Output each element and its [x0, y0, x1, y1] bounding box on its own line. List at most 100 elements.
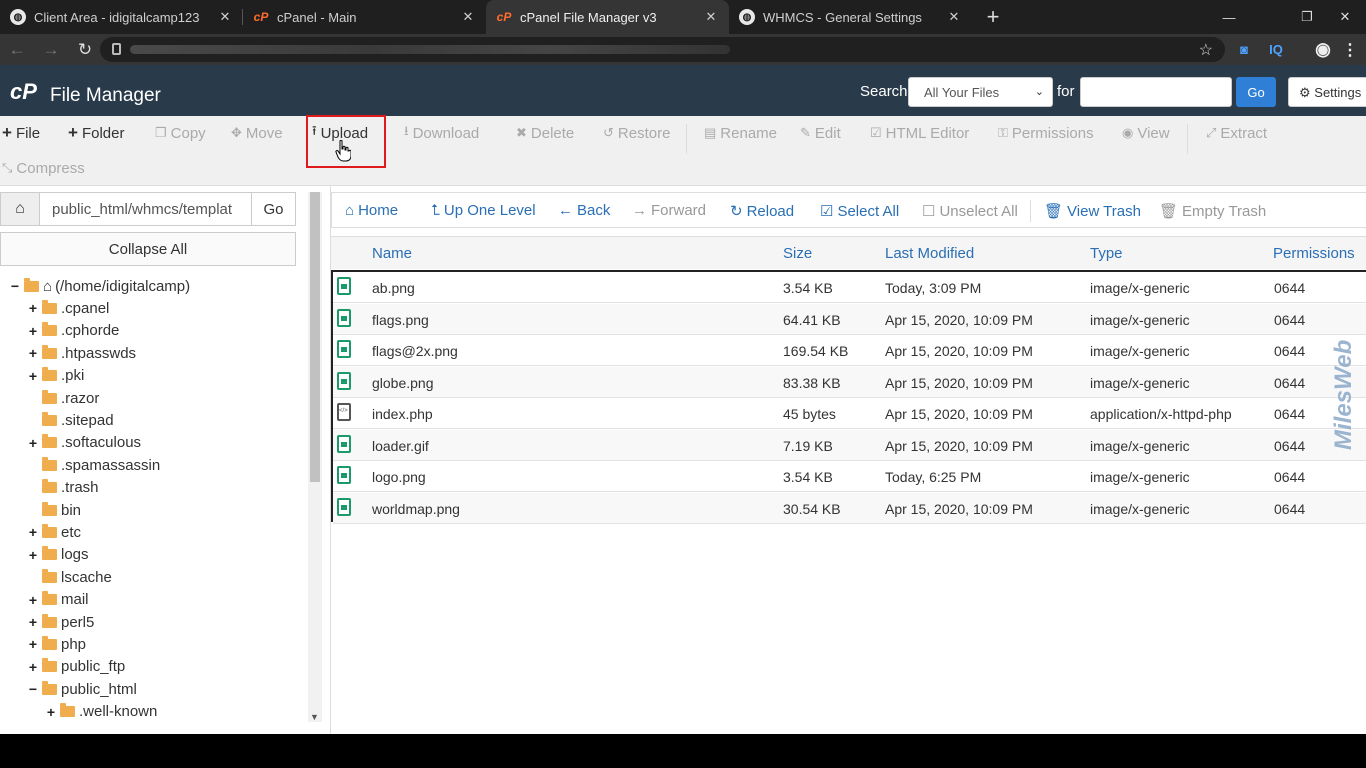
view-trash-button[interactable]: 🗑 View Trash	[1044, 202, 1141, 220]
collapse-icon[interactable]: −	[26, 681, 40, 697]
expand-icon[interactable]: +	[26, 659, 40, 675]
extension-camera-icon[interactable]: ◙	[1234, 34, 1254, 65]
expand-icon[interactable]: +	[26, 592, 40, 608]
column-permissions[interactable]: Permissions	[1273, 245, 1355, 262]
expand-icon[interactable]: +	[26, 300, 40, 316]
search-scope-select[interactable]: All Your Files ⌄	[908, 77, 1053, 107]
column-size[interactable]: Size	[783, 245, 812, 262]
bookmark-star-icon[interactable]: ☆	[1199, 40, 1213, 60]
scroll-down-icon[interactable]: ▼	[310, 712, 319, 722]
close-icon[interactable]: ✕	[946, 9, 962, 25]
tree-item[interactable]: − public_html	[26, 679, 137, 699]
move-button[interactable]: ✥ Move	[231, 122, 283, 144]
compress-button[interactable]: ⤡ Compress	[2, 157, 85, 179]
expand-icon[interactable]: +	[26, 323, 40, 339]
back-button[interactable]: ← Back	[558, 202, 610, 219]
tree-item[interactable]: .trash	[26, 478, 99, 498]
extract-button[interactable]: ⤢ Extract	[1206, 122, 1267, 144]
path-go-button[interactable]: Go	[252, 192, 296, 226]
search-input[interactable]	[1080, 77, 1232, 107]
browser-tab-cpanel-main[interactable]: cP cPanel - Main ✕	[243, 0, 486, 34]
column-name[interactable]: Name	[372, 245, 412, 262]
copy-button[interactable]: ❐ Copy	[155, 122, 206, 144]
column-last-modified[interactable]: Last Modified	[885, 245, 974, 262]
expand-icon[interactable]: +	[26, 614, 40, 630]
tree-item[interactable]: .spamassassin	[26, 455, 160, 475]
rename-button[interactable]: ▤ Rename	[704, 122, 777, 144]
tree-item[interactable]: + public_ftp	[26, 657, 125, 677]
table-row[interactable]: worldmap.png 30.54 KB Apr 15, 2020, 10:09 …	[333, 492, 1366, 524]
restore-button[interactable]: ↺ Restore	[603, 122, 670, 144]
collapse-all-button[interactable]: Collapse All	[0, 232, 296, 266]
home-button[interactable]: ⌂	[0, 192, 40, 226]
extension-iq[interactable]: IQ	[1263, 34, 1289, 65]
expand-icon[interactable]: +	[26, 368, 40, 384]
collapse-icon[interactable]: −	[8, 278, 22, 294]
reload-icon[interactable]: ↻	[68, 40, 102, 60]
table-row[interactable]: flags.png 64.41 KB Apr 15, 2020, 10:09 PM i…	[333, 303, 1366, 335]
tree-item[interactable]: + php	[26, 634, 86, 654]
expand-icon[interactable]: +	[26, 636, 40, 652]
tree-item[interactable]: lscache	[26, 567, 112, 587]
cpanel-logo[interactable]: cP	[10, 79, 37, 105]
settings-button[interactable]: ⚙ Settings	[1288, 77, 1366, 107]
tree-item[interactable]: + logs	[26, 545, 89, 565]
expand-icon[interactable]: +	[26, 435, 40, 451]
expand-icon[interactable]: +	[26, 524, 40, 540]
empty-trash-button[interactable]: 🗑 Empty Trash	[1159, 202, 1266, 220]
back-arrow-icon[interactable]: ←	[0, 40, 34, 60]
tree-item[interactable]: − ⌂ (/home/idigitalcamp)	[8, 276, 190, 296]
tree-item[interactable]: + .pki	[26, 366, 84, 386]
expand-icon[interactable]: +	[26, 547, 40, 563]
path-input[interactable]: public_html/whmcs/templat	[40, 192, 252, 226]
tree-item[interactable]: .razor	[26, 388, 99, 408]
expand-icon[interactable]: +	[26, 345, 40, 361]
browser-tab-file-manager[interactable]: cP cPanel File Manager v3 ✕	[486, 0, 729, 34]
close-window-icon[interactable]: ✕	[1322, 0, 1366, 34]
unselect-all-button[interactable]: ☐ Unselect All	[922, 202, 1018, 220]
table-row[interactable]: flags@2x.png 169.54 KB Apr 15, 2020, 10:09…	[333, 335, 1366, 366]
tree-item[interactable]: + .cphorde	[26, 321, 119, 341]
download-button[interactable]: ⭳ Download	[404, 122, 479, 144]
table-row[interactable]: ab.png 3.54 KB Today, 3:09 PM image/x-gener…	[333, 272, 1366, 303]
table-row[interactable]: globe.png 83.38 KB Apr 15, 2020, 10:09 PM i…	[333, 366, 1366, 398]
expand-icon[interactable]: +	[44, 704, 58, 720]
table-row[interactable]: logo.png 3.54 KB Today, 6:25 PM image/x-gen…	[333, 461, 1366, 492]
tree-scrollbar[interactable]: ▼	[308, 192, 322, 722]
tree-item[interactable]: + .htpasswds	[26, 343, 136, 363]
reload-button[interactable]: ↻ Reload	[730, 202, 794, 220]
select-all-button[interactable]: ☑ Select All	[820, 202, 899, 220]
search-go-button[interactable]: Go	[1236, 77, 1276, 107]
tree-item[interactable]: + perl5	[26, 612, 94, 632]
tree-item[interactable]: .sitepad	[26, 410, 114, 430]
tree-item[interactable]: + etc	[26, 522, 81, 542]
browser-tab-whmcs[interactable]: ◍ WHMCS - General Settings ✕	[729, 0, 972, 34]
new-file-button[interactable]: + File	[2, 122, 40, 144]
minimize-icon[interactable]: —	[1206, 0, 1252, 34]
close-icon[interactable]: ✕	[460, 9, 476, 25]
new-tab-icon[interactable]: +	[978, 0, 1008, 34]
delete-button[interactable]: ✖ Delete	[516, 122, 574, 144]
view-button[interactable]: ◉ View	[1122, 122, 1170, 144]
address-bar[interactable]: ☆	[100, 37, 1225, 62]
scrollbar-thumb[interactable]	[310, 192, 320, 482]
up-one-level-button[interactable]: ⮤ Up One Level	[431, 202, 536, 219]
table-row[interactable]: index.php 45 bytes Apr 15, 2020, 10:09 PM a…	[333, 398, 1366, 429]
browser-tab-client-area[interactable]: ◍ Client Area - idigitalcamp123 ✕	[0, 0, 243, 34]
browser-menu-icon[interactable]: ⋮	[1340, 34, 1360, 65]
table-row[interactable]: loader.gif 7.19 KB Apr 15, 2020, 10:09 PM i…	[333, 429, 1366, 461]
tree-item[interactable]: + .well-known	[44, 702, 157, 722]
html-editor-button[interactable]: ☑ HTML Editor	[870, 122, 969, 144]
tree-item[interactable]: + mail	[26, 590, 89, 610]
tree-item[interactable]: bin	[26, 500, 81, 520]
edit-button[interactable]: ✎ Edit	[800, 122, 841, 144]
new-folder-button[interactable]: + Folder	[68, 122, 124, 144]
forward-arrow-icon[interactable]: →	[34, 40, 68, 60]
tree-item[interactable]: + .softaculous	[26, 433, 141, 453]
profile-avatar-icon[interactable]: ◉	[1310, 34, 1336, 65]
tree-item[interactable]: + .cpanel	[26, 298, 109, 318]
column-type[interactable]: Type	[1090, 245, 1123, 262]
nav-home-button[interactable]: ⌂ Home	[345, 202, 398, 219]
close-icon[interactable]: ✕	[703, 9, 719, 25]
close-icon[interactable]: ✕	[217, 9, 233, 25]
